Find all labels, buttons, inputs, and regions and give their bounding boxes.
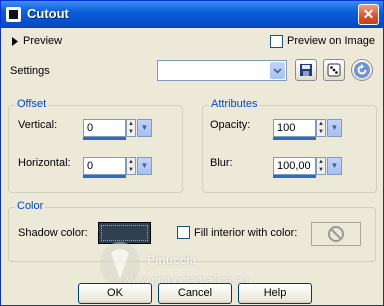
ok-button[interactable]: OK <box>78 283 152 304</box>
vertical-spinner[interactable]: 0 ▲ ▼ ▼ <box>83 119 153 141</box>
horizontal-slider-bar[interactable] <box>83 175 126 178</box>
preview-label: Preview <box>23 35 63 47</box>
settings-select[interactable] <box>157 60 287 81</box>
preview-toggle[interactable]: Preview <box>12 35 102 49</box>
chevron-down-icon[interactable]: ▼ <box>327 157 342 175</box>
chevron-down-icon[interactable]: ▼ <box>137 157 152 175</box>
opacity-label: Opacity: <box>210 119 251 131</box>
fill-interior-checkbox[interactable] <box>177 226 190 239</box>
up-down-arrows-icon[interactable]: ▲ ▼ <box>126 157 136 175</box>
floppy-disk-icon <box>300 64 312 76</box>
fill-interior-label: Fill interior with color: <box>194 227 298 239</box>
title-bar: Cutout ✕ <box>1 1 383 28</box>
chevron-down-icon <box>270 62 285 79</box>
up-down-arrows-icon[interactable]: ▲ ▼ <box>316 157 326 175</box>
opacity-spinner[interactable]: 100 ▲ ▼ ▼ <box>273 119 343 141</box>
up-down-arrows-icon[interactable]: ▲ ▼ <box>126 119 136 137</box>
vertical-label: Vertical: <box>18 119 58 131</box>
randomize-button[interactable] <box>323 59 345 81</box>
triangle-right-icon <box>12 37 18 46</box>
chevron-down-icon[interactable]: ▼ <box>327 119 342 137</box>
settings-label: Settings <box>10 65 50 77</box>
vertical-slider-bar[interactable] <box>83 137 126 140</box>
attributes-group-title: Attributes <box>209 98 260 110</box>
reset-icon <box>354 62 370 78</box>
blur-spinner[interactable]: 100,00 ▲ ▼ ▼ <box>273 157 343 179</box>
close-icon: ✕ <box>362 6 375 22</box>
shadow-color-label: Shadow color: <box>18 227 88 239</box>
color-group-title: Color <box>15 200 46 212</box>
chevron-down-icon[interactable]: ▼ <box>137 119 152 137</box>
app-icon <box>6 7 21 22</box>
watermark: Pinuccia www.pinucciagrafica.eu <box>93 239 323 289</box>
opacity-slider-bar[interactable] <box>273 137 316 140</box>
close-button[interactable]: ✕ <box>358 4 379 25</box>
horizontal-spinner[interactable]: 0 ▲ ▼ ▼ <box>83 157 153 179</box>
window-title: Cutout <box>27 6 69 21</box>
vertical-input[interactable]: 0 <box>83 119 126 137</box>
horizontal-label: Horizontal: <box>18 157 71 169</box>
blur-input[interactable]: 100,00 <box>273 157 316 175</box>
preview-on-image-checkbox[interactable] <box>270 35 283 48</box>
up-down-arrows-icon[interactable]: ▲ ▼ <box>316 119 326 137</box>
save-preset-button[interactable] <box>295 59 317 81</box>
cutout-dialog: Cutout ✕ Preview Preview on Image Settin… <box>0 0 384 306</box>
dice-icon <box>327 63 341 77</box>
offset-group-title: Offset <box>15 98 49 110</box>
blur-slider-bar[interactable] <box>273 175 316 178</box>
opacity-input[interactable]: 100 <box>273 119 316 137</box>
help-button[interactable]: Help <box>238 283 312 304</box>
watermark-name: Pinuccia <box>147 253 197 267</box>
preview-on-image-label: Preview on Image <box>287 35 376 47</box>
blur-label: Blur: <box>210 157 233 169</box>
cancel-button[interactable]: Cancel <box>158 283 232 304</box>
horizontal-input[interactable]: 0 <box>83 157 126 175</box>
reset-button[interactable] <box>351 59 373 81</box>
